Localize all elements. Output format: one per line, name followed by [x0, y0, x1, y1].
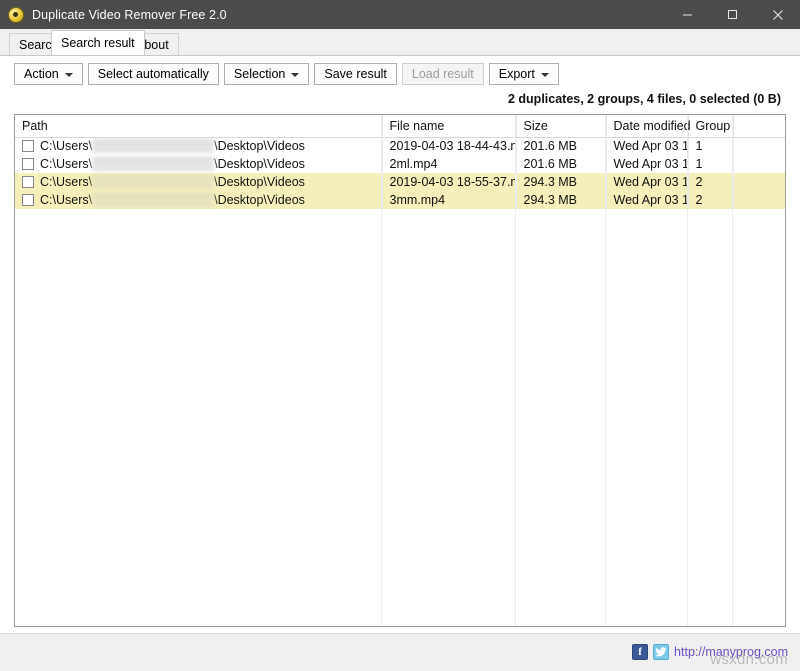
cell-size: 294.3 MB: [516, 191, 607, 209]
path-value: C:\Users\ \Desktop\Videos: [40, 193, 305, 207]
cell-filler: [733, 191, 785, 209]
cell-date-modified: Wed Apr 03 18...: [606, 155, 689, 173]
cell-size: 201.6 MB: [516, 137, 607, 155]
path-prefix: C:\Users\: [40, 193, 93, 207]
path-prefix: C:\Users\: [40, 175, 93, 189]
footer-links: f http://manyprog.com: [632, 644, 788, 660]
cell-date-modified: Wed Apr 03 19...: [606, 191, 689, 209]
maximize-button[interactable]: [710, 0, 755, 29]
path-prefix: C:\Users\: [40, 157, 93, 171]
export-button[interactable]: Export: [488, 63, 559, 85]
close-icon: [772, 9, 783, 20]
export-button-label: Export: [498, 67, 535, 81]
table-row[interactable]: C:\Users\ \Desktop\Videos 2019-04-03 18-4…: [15, 137, 785, 155]
cell-file-name: 2019-04-03 18-44-43.mp4: [382, 137, 517, 155]
close-button[interactable]: [755, 0, 800, 29]
disc-icon: [8, 6, 24, 23]
cell-size: 201.6 MB: [516, 155, 607, 173]
path-value: C:\Users\ \Desktop\Videos: [40, 157, 305, 171]
table-row[interactable]: C:\Users\ \Desktop\Videos 3mm.mp4 294.3 M…: [15, 191, 785, 209]
titlebar: Duplicate Video Remover Free 2.0: [0, 0, 800, 29]
cell-path: C:\Users\ \Desktop\Videos: [15, 191, 383, 209]
row-checkbox[interactable]: [22, 140, 34, 153]
window-controls: [665, 0, 800, 29]
cell-date-modified: Wed Apr 03 18...: [606, 137, 689, 155]
column-header-file-name[interactable]: File name: [382, 115, 517, 138]
facebook-icon[interactable]: f: [632, 644, 649, 660]
row-checkbox[interactable]: [22, 158, 34, 170]
results-table[interactable]: Path File name Size Date modified Group: [14, 114, 786, 627]
footer: f http://manyprog.com wsxdn.com: [0, 633, 800, 671]
table-body: C:\Users\ \Desktop\Videos 2019-04-03 18-4…: [15, 137, 785, 209]
maximize-icon: [728, 10, 737, 19]
minimize-button[interactable]: [665, 0, 710, 29]
cell-file-name: 2ml.mp4: [382, 155, 517, 173]
twitter-bird-icon: [655, 647, 667, 657]
column-header-date-modified[interactable]: Date modified: [606, 115, 691, 138]
cell-group: 2: [688, 191, 734, 209]
path-value: C:\Users\ \Desktop\Videos: [40, 175, 305, 189]
cell-date-modified: Wed Apr 03 19...: [606, 173, 689, 191]
selection-button[interactable]: Selection: [223, 63, 310, 85]
cell-group: 1: [688, 155, 734, 173]
cell-file-name: 2019-04-03 18-55-37.mp4: [382, 173, 517, 191]
chevron-down-icon: [64, 72, 73, 77]
website-link[interactable]: http://manyprog.com: [674, 645, 788, 659]
table-row[interactable]: C:\Users\ \Desktop\Videos 2019-04-03 18-5…: [15, 173, 785, 191]
cell-path: C:\Users\ \Desktop\Videos: [15, 173, 383, 191]
cell-filler: [733, 155, 785, 173]
column-header-size[interactable]: Size: [516, 115, 607, 138]
cell-group: 2: [688, 173, 734, 191]
row-checkbox[interactable]: [22, 194, 34, 206]
load-result-label: Load result: [411, 67, 474, 81]
path-suffix: \Desktop\Videos: [214, 193, 305, 207]
chevron-down-icon: [291, 72, 300, 77]
cell-path: C:\Users\ \Desktop\Videos: [15, 155, 383, 173]
status-summary: 2 duplicates, 2 groups, 4 files, 0 selec…: [507, 92, 781, 106]
action-button[interactable]: Action: [14, 63, 83, 85]
select-automatically-label: Select automatically: [97, 67, 209, 81]
minimize-icon: [683, 14, 692, 16]
cell-filler: [733, 137, 785, 155]
save-result-label: Save result: [324, 67, 387, 81]
twitter-icon[interactable]: [653, 644, 670, 660]
cell-group: 1: [688, 137, 734, 155]
path-value: C:\Users\ \Desktop\Videos: [40, 139, 305, 154]
select-automatically-button[interactable]: Select automatically: [87, 63, 219, 85]
column-header-filler: [733, 115, 785, 138]
action-button-label: Action: [24, 67, 59, 81]
save-result-button[interactable]: Save result: [314, 63, 397, 85]
path-suffix: \Desktop\Videos: [214, 157, 305, 171]
load-result-button: Load result: [401, 63, 484, 85]
chevron-down-icon: [540, 72, 549, 77]
column-header-group[interactable]: Group: [688, 115, 734, 138]
column-header-path[interactable]: Path: [15, 115, 383, 138]
window-title: Duplicate Video Remover Free 2.0: [32, 7, 227, 22]
redacted-username: [92, 175, 215, 189]
cell-path: C:\Users\ \Desktop\Videos: [15, 137, 383, 155]
path-prefix: C:\Users\: [40, 139, 93, 154]
cell-file-name: 3mm.mp4: [382, 191, 517, 209]
redacted-username: [92, 139, 215, 154]
content-panel: Action Select automatically Selection Sa…: [0, 55, 800, 633]
path-suffix: \Desktop\Videos: [214, 139, 305, 154]
tab-search-result[interactable]: Search result: [51, 30, 145, 55]
selection-button-label: Selection: [233, 67, 286, 81]
redacted-username: [92, 193, 215, 207]
toolbar: Action Select automatically Selection Sa…: [14, 63, 559, 85]
redacted-username: [92, 157, 215, 171]
table-header-row: Path File name Size Date modified Group: [15, 115, 785, 138]
app-window: Duplicate Video Remover Free 2.0 Search …: [0, 0, 800, 671]
row-checkbox[interactable]: [22, 176, 34, 188]
cell-size: 294.3 MB: [516, 173, 607, 191]
cell-filler: [733, 173, 785, 191]
table-row[interactable]: C:\Users\ \Desktop\Videos 2ml.mp4 201.6 M…: [15, 155, 785, 173]
path-suffix: \Desktop\Videos: [214, 175, 305, 189]
tabstrip: Search Search result About: [0, 29, 800, 55]
